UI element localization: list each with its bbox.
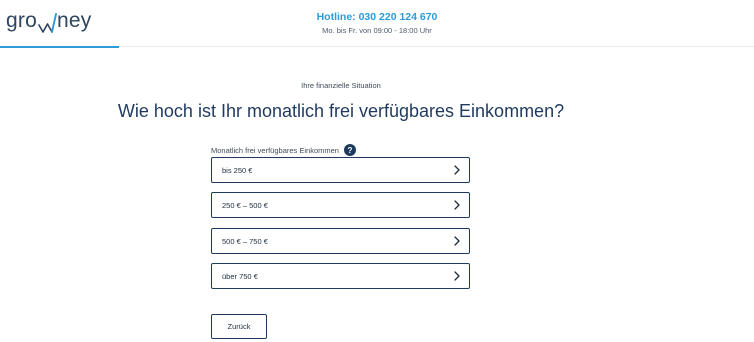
- option-label: 250 € – 500 €: [222, 200, 268, 210]
- option-label: bis 250 €: [222, 165, 253, 175]
- step-label: Ihre finanzielle Situation: [301, 81, 381, 90]
- help-icon[interactable]: ?: [343, 144, 356, 156]
- option-250-500[interactable]: 250 € – 500 €: [211, 192, 470, 218]
- option-label: 500 € – 750 €: [222, 236, 268, 246]
- option-bis-250[interactable]: bis 250 €: [211, 157, 470, 183]
- option-ueber-750[interactable]: über 750 €: [211, 263, 470, 289]
- header: gro ney Hotline: 030 220 124 670 Mo. bis…: [0, 0, 754, 47]
- back-button[interactable]: Zurück: [211, 314, 267, 339]
- chevron-right-icon: [454, 200, 460, 210]
- option-label: über 750 €: [222, 271, 258, 281]
- option-500-750[interactable]: 500 € – 750 €: [211, 228, 470, 254]
- page-title: Wie hoch ist Ihr monatlich frei verfügba…: [117, 101, 565, 121]
- chevron-right-icon: [454, 236, 460, 246]
- field-label: Monatlich frei verfügbares Einkommen: [211, 145, 339, 155]
- header-accent-line: [0, 46, 119, 48]
- page: gro ney Hotline: 030 220 124 670 Mo. bis…: [0, 0, 754, 342]
- hotline-hours: Mo. bis Fr. von 09:00 - 18:00 Uhr: [322, 26, 432, 35]
- chevron-right-icon: [454, 271, 460, 281]
- hotline-number[interactable]: Hotline: 030 220 124 670: [0, 11, 754, 24]
- chevron-right-icon: [454, 165, 460, 175]
- hotline-block: Hotline: 030 220 124 670 Mo. bis Fr. von…: [0, 11, 754, 37]
- field-label-row: Monatlich frei verfügbares Einkommen ?: [211, 144, 356, 156]
